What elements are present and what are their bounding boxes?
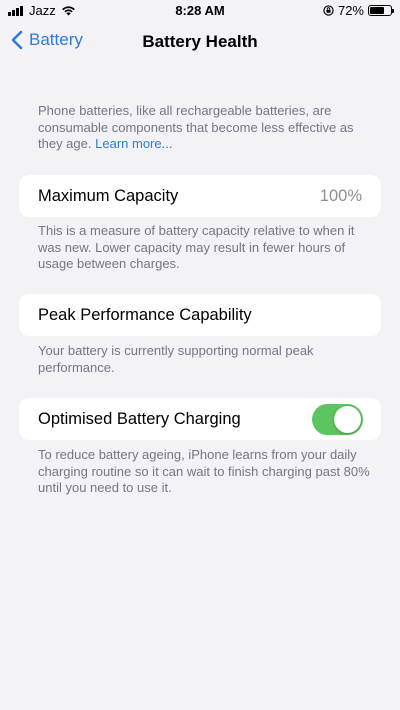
battery-fill bbox=[370, 7, 385, 14]
status-right: 72% bbox=[323, 3, 394, 18]
battery-percent: 72% bbox=[337, 3, 364, 18]
optimised-charging-label: Optimised Battery Charging bbox=[38, 409, 241, 428]
peak-performance-cell: Peak Performance Capability bbox=[19, 294, 381, 336]
page-title: Battery Health bbox=[142, 32, 258, 51]
peak-performance-footnote: Your battery is currently supporting nor… bbox=[38, 343, 314, 375]
maximum-capacity-value: 100% bbox=[319, 186, 362, 205]
maximum-capacity-label: Maximum Capacity bbox=[38, 186, 179, 205]
optimised-charging-toggle[interactable] bbox=[312, 403, 363, 435]
intro-text: Phone batteries, like all rechargeable b… bbox=[38, 103, 370, 153]
intro-description: Phone batteries, like all rechargeable b… bbox=[38, 103, 354, 151]
status-bar: Jazz 8:28 AM 72% bbox=[0, 0, 400, 22]
learn-more-link[interactable]: Learn more... bbox=[95, 136, 172, 151]
navigation-bar: Battery Battery Health bbox=[0, 22, 400, 62]
peak-performance-label: Peak Performance Capability bbox=[38, 305, 252, 324]
maximum-capacity-cell: Maximum Capacity 100% bbox=[19, 175, 381, 217]
optimised-charging-cell: Optimised Battery Charging bbox=[19, 398, 381, 440]
toggle-knob bbox=[334, 405, 361, 433]
battery-icon bbox=[368, 5, 394, 16]
orientation-lock-icon bbox=[323, 5, 334, 16]
optimised-charging-footnote: To reduce battery ageing, iPhone learns … bbox=[38, 447, 370, 495]
maximum-capacity-footnote: This is a measure of battery capacity re… bbox=[38, 223, 355, 271]
